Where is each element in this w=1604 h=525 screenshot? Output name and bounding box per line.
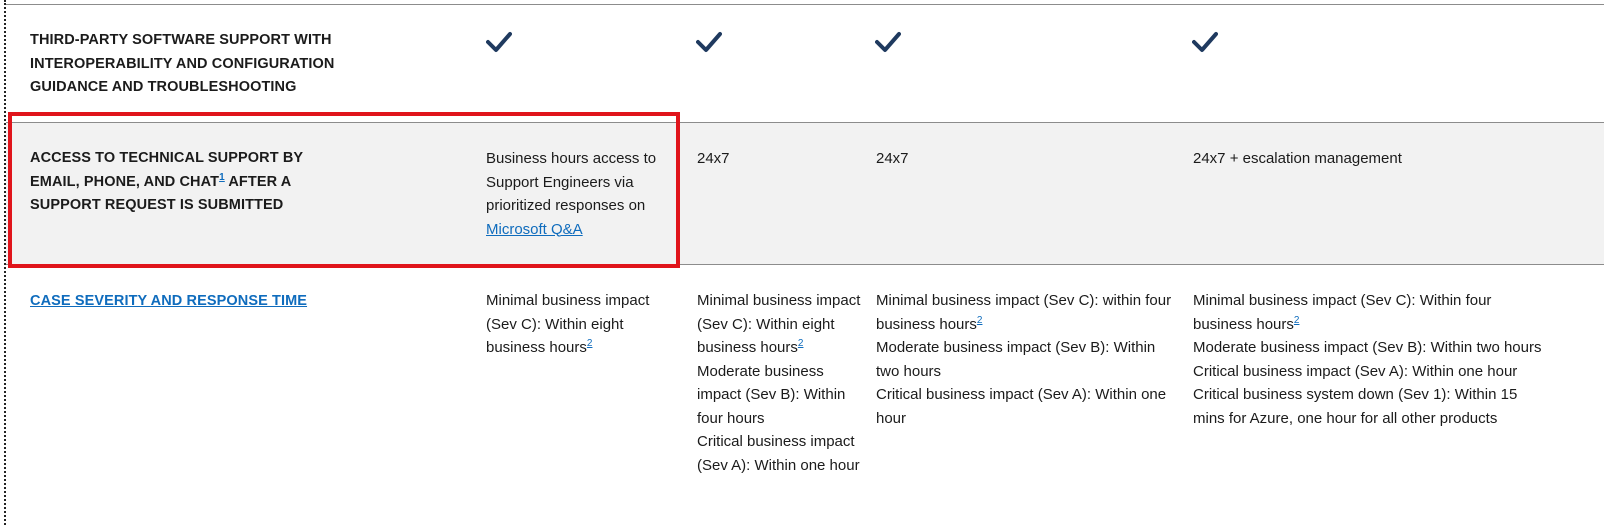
severity-line-sev-b: Moderate business impact (Sev B): Within… [697,362,846,427]
severity-text: Minimal business impact (Sev C): Within … [697,292,861,356]
severity-professional-direct-cell: Minimal business impact (Sev C): Within … [697,289,862,477]
severity-line-sev-a: Critical business impact (Sev A): Within… [1193,362,1518,380]
access-standard-cell: Business hours access to Support Enginee… [486,147,676,241]
checkmark-icon [486,31,512,61]
severity-premier-cell: Minimal business impact (Sev C): within … [876,289,1176,430]
severity-line-sev-b: Moderate business impact (Sev B): Within… [876,339,1156,380]
severity-text: Minimal business impact (Sev C): within … [876,292,1172,333]
support-plans-comparison-table: Third-party software support with intero… [6,0,1604,525]
severity-line-sev-c: Minimal business impact (Sev C): Within … [1193,289,1553,336]
checkmark-icon [1192,31,1218,61]
severity-line-sev-a: Critical business impact (Sev A): Within… [697,433,860,474]
row-label-technical-support-access: Access to technical support by email, ph… [30,147,310,218]
table-row-case-severity: Case severity and response time Minimal … [6,265,1604,525]
access-unified-cell: 24x7 + escalation management [1193,150,1402,167]
row-label-third-party-support: Third-party software support with intero… [30,32,335,95]
cell-text: Business hours access to Support Enginee… [486,150,657,214]
row-label-case-severity: Case severity and response time [30,289,350,314]
footnote-link[interactable]: 2 [587,338,593,349]
severity-line-sev-a: Critical business impact (Sev A): Within… [876,386,1167,427]
footnote-link[interactable]: 2 [1294,315,1300,326]
checkmark-icon [696,31,722,61]
severity-standard-cell: Minimal business impact (Sev C): Within … [486,289,676,360]
checkmark-icon [875,31,901,61]
case-severity-link[interactable]: Case severity and response time [30,293,307,309]
access-premier-cell: 24x7 [876,150,909,167]
severity-line-sev-1: Critical business system down (Sev 1): W… [1193,386,1518,427]
severity-text: Minimal business impact (Sev C): Within … [1193,292,1492,333]
severity-line-sev-b: Moderate business impact (Sev B): Within… [1193,339,1542,356]
severity-line: Minimal business impact (Sev C): Within … [486,292,650,356]
severity-unified-cell: Minimal business impact (Sev C): Within … [1193,289,1553,430]
severity-line-sev-c: Minimal business impact (Sev C): Within … [697,289,862,360]
table-row-third-party-support: Third-party software support with intero… [6,5,1604,122]
table-row-technical-support-access: Access to technical support by email, ph… [6,123,1604,264]
footnote-link[interactable]: 2 [977,315,983,326]
footnote-link[interactable]: 2 [798,338,804,349]
severity-line-sev-c: Minimal business impact (Sev C): within … [876,289,1176,336]
access-professional-direct-cell: 24x7 [697,150,730,167]
microsoft-qa-link[interactable]: Microsoft Q&A [486,221,583,238]
